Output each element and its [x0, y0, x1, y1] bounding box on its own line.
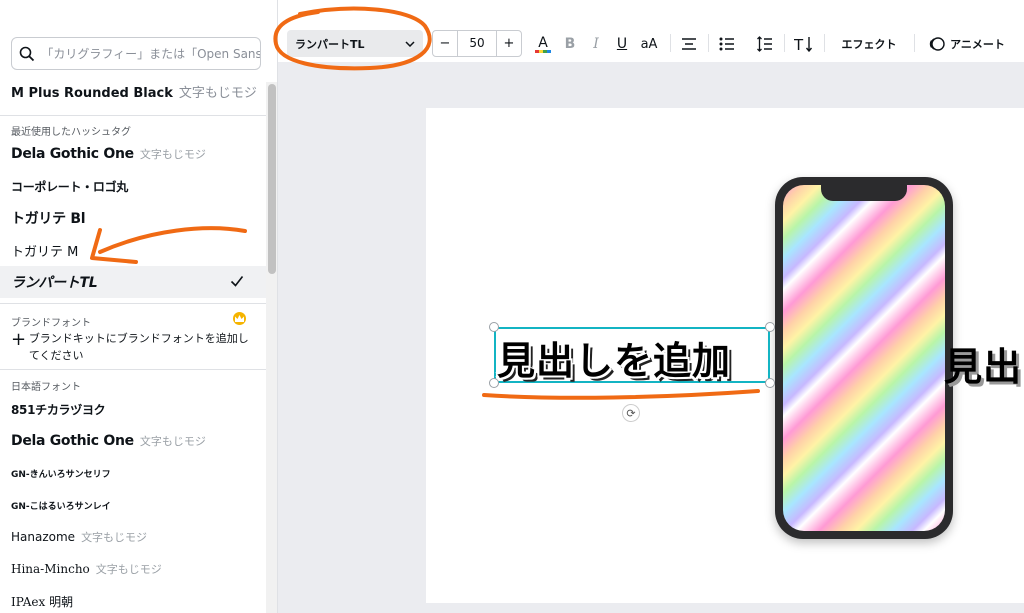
font-item-corporate-logo[interactable]: コーポレート・ロゴ丸 — [0, 170, 266, 202]
heading-text-selected[interactable]: 見出しを追加 — [497, 330, 731, 385]
line-spacing-icon[interactable] — [754, 32, 776, 56]
japanese-section-label: 日本語フォント — [11, 382, 81, 393]
font-item-name: 851チカラヅヨク — [11, 402, 106, 417]
font-item-chikarazuyoku[interactable]: 851チカラヅヨク — [0, 393, 266, 425]
heading-text-offscreen[interactable]: 見出 — [944, 336, 1022, 391]
current-font-name: M Plus Rounded Black — [11, 86, 173, 101]
svg-text:T: T — [794, 36, 804, 52]
current-font-item[interactable]: M Plus Rounded Black 文字もじモジ — [11, 82, 257, 101]
design-page[interactable]: 見出しを追加 見出 ⟳ — [426, 108, 1024, 603]
current-font-sample: 文字もじモジ — [178, 86, 257, 101]
font-item-hina-mincho[interactable]: Hina-Mincho 文字もじモジ — [0, 553, 266, 585]
add-brand-font-button[interactable]: + ブランドキットにブランドフォントを追加してください — [11, 330, 251, 364]
font-item-name: IPAex 明朝 — [11, 594, 74, 609]
font-item-name: Dela Gothic One — [11, 146, 134, 162]
font-item-gn-kiniro[interactable]: GN-きんいろサンセリフ — [0, 457, 266, 489]
vertical-text-icon[interactable]: T — [792, 32, 816, 56]
divider — [824, 34, 825, 52]
animate-label: アニメート — [950, 38, 1005, 51]
animate-button[interactable]: アニメート — [924, 32, 1010, 56]
font-item-togarite-bl[interactable]: トガリテ Bl — [0, 202, 266, 234]
font-family-dropdown[interactable]: ランパートTL — [287, 30, 423, 57]
search-placeholder[interactable]: 「カリグラフィー」または「Open Sans」で検索 — [41, 45, 260, 62]
font-item-name: GN-きんいろサンセリフ — [11, 469, 111, 480]
letter-case-button[interactable]: aA — [638, 32, 660, 56]
editor-workspace: 見出しを追加 見出 ⟳ — [278, 62, 1024, 613]
smartphone-image[interactable] — [775, 177, 953, 539]
svg-text:A: A — [538, 35, 548, 51]
bold-icon[interactable]: B — [560, 32, 580, 56]
font-item-name: Dela Gothic One — [11, 433, 134, 449]
list-icon[interactable] — [716, 32, 738, 56]
font-item-gn-koharuiro[interactable]: GN-こはるいろサンレイ — [0, 489, 266, 521]
phone-screen — [783, 185, 945, 531]
font-item-sample: 文字もじモジ — [95, 563, 162, 576]
underline-icon[interactable]: U — [612, 32, 632, 56]
font-item-rampart-selected[interactable]: ランパートTL — [0, 266, 266, 298]
text-color-icon: A — [535, 35, 551, 53]
font-item-name: Hina-Mincho — [11, 562, 90, 576]
divider — [0, 115, 266, 116]
font-family-value: ランパートTL — [295, 37, 365, 51]
divider — [670, 34, 671, 52]
chevron-down-icon — [405, 37, 415, 50]
divider — [0, 303, 266, 304]
resize-handle-bottom-right[interactable] — [765, 378, 775, 388]
decrease-size-button[interactable]: − — [433, 36, 457, 51]
recent-section-label: 最近使用したハッシュタグ — [11, 127, 131, 138]
search-icon — [12, 46, 41, 62]
scrollbar-thumb[interactable] — [268, 84, 276, 274]
divider — [0, 369, 266, 370]
font-item-sample: 文字もじモジ — [81, 531, 148, 544]
font-item-dela-gothic[interactable]: Dela Gothic One 文字もじモジ — [0, 425, 266, 457]
plus-icon: + — [11, 329, 27, 350]
brand-section-label: ブランドフォント — [11, 318, 91, 329]
increase-size-button[interactable]: + — [497, 36, 521, 51]
font-size-stepper[interactable]: − 50 + — [432, 30, 522, 57]
font-search-field[interactable]: 「カリグラフィー」または「Open Sans」で検索 — [11, 37, 261, 70]
crown-icon — [233, 312, 246, 325]
font-item-dela-gothic-recent[interactable]: Dela Gothic One 文字もじモジ — [0, 138, 266, 170]
font-item-name: トガリテ Bl — [11, 211, 86, 227]
font-item-togarite-m[interactable]: トガリテ M — [0, 234, 266, 266]
font-item-hanazome[interactable]: Hanazome 文字もじモジ — [0, 521, 266, 553]
divider — [708, 34, 709, 52]
checkmark-icon — [230, 274, 244, 292]
font-item-name: Hanazome — [11, 530, 76, 544]
font-item-sample: 文字もじモジ — [139, 148, 206, 161]
resize-handle-top-right[interactable] — [765, 322, 775, 332]
font-item-name: ランパートTL — [11, 275, 98, 291]
animate-icon — [929, 37, 945, 51]
font-item-sample: 文字もじモジ — [139, 435, 206, 448]
phone-notch — [821, 185, 907, 201]
rotate-icon[interactable]: ⟳ — [622, 404, 640, 422]
font-item-ipaex-mincho[interactable]: IPAex 明朝 — [0, 585, 266, 613]
font-item-name: トガリテ M — [11, 244, 79, 260]
divider — [784, 34, 785, 52]
font-item-name: GN-こはるいろサンレイ — [11, 501, 111, 512]
effects-label: エフェクト — [841, 38, 897, 51]
brand-add-text: ブランドキットにブランドフォントを追加してください — [28, 332, 249, 362]
font-panel: 「カリグラフィー」または「Open Sans」で検索 M Plus Rounde… — [0, 0, 278, 613]
align-center-icon[interactable] — [678, 32, 700, 56]
effects-button[interactable]: エフェクト — [834, 32, 904, 56]
font-item-name: コーポレート・ロゴ丸 — [11, 179, 129, 194]
italic-icon[interactable]: I — [586, 32, 606, 56]
text-color-button[interactable]: A — [532, 32, 554, 56]
divider — [914, 34, 915, 52]
font-size-input[interactable]: 50 — [457, 31, 497, 56]
